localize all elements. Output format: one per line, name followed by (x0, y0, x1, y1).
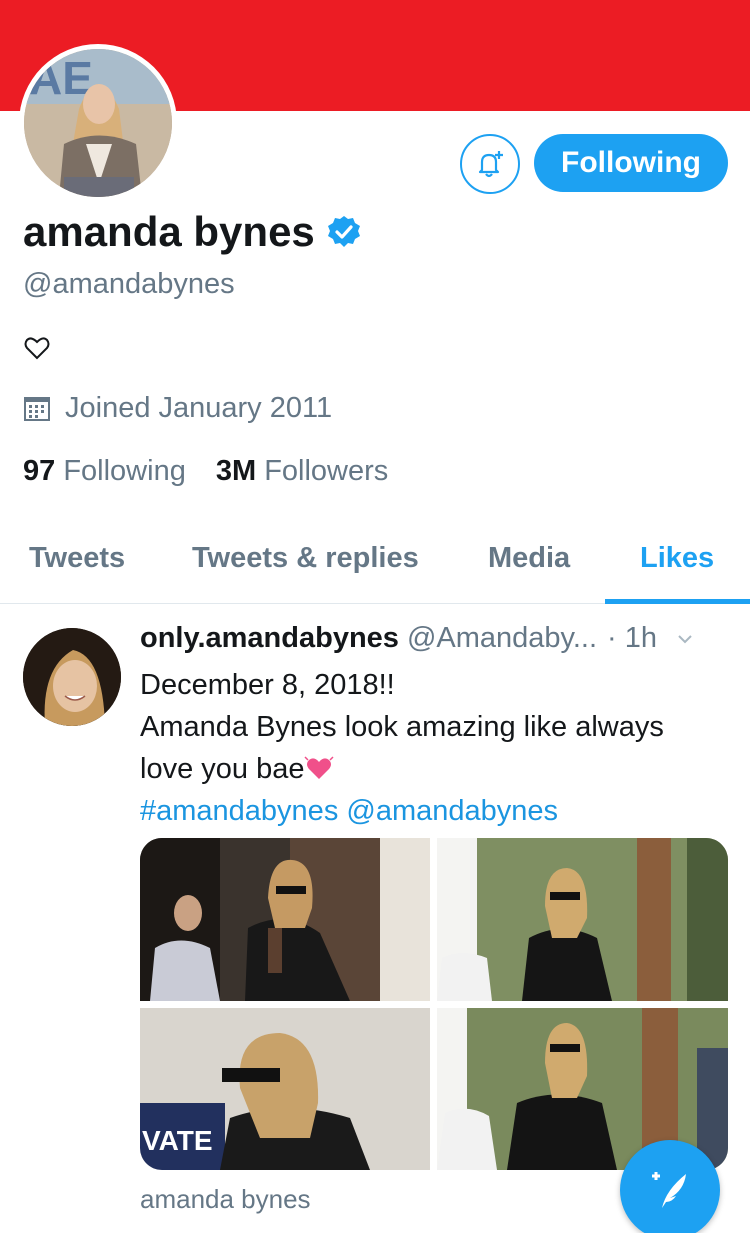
tab-tweets[interactable]: Tweets (29, 542, 125, 575)
tweet-header: only.amandabynes @Amandaby... · 1h (140, 622, 740, 655)
tweet-footer-text: amanda bynes (140, 1184, 311, 1214)
tweet-photo-2[interactable] (437, 838, 728, 1001)
profile-avatar[interactable]: AE (24, 49, 172, 197)
photo-sign-text: VATE (142, 1125, 213, 1156)
bell-plus-icon (478, 151, 503, 178)
profile-handle: @amandabynes (23, 268, 235, 300)
profile-stats: 97 Following 3M Followers (23, 455, 388, 488)
chevron-down-icon[interactable] (675, 629, 695, 649)
tweet-author-avatar[interactable] (23, 628, 121, 726)
following-button[interactable]: Following (534, 134, 728, 192)
tweet-line-with-emoji: love you bae (140, 748, 730, 790)
tab-tweets-replies[interactable]: Tweets & replies (192, 542, 419, 575)
followers-label: Followers (264, 455, 389, 487)
tweet-author-name[interactable]: only.amandabynes (140, 622, 399, 655)
heart-icon (24, 337, 50, 360)
tweet-photo-3[interactable]: VATE (140, 1008, 430, 1170)
tab-likes[interactable]: Likes (640, 542, 714, 575)
hashtag-link[interactable]: #amandabynes (140, 795, 338, 827)
following-count: 97 (23, 455, 56, 487)
tweet-line: Amanda Bynes look amazing like always (140, 711, 664, 743)
notifications-button[interactable] (460, 134, 520, 194)
profile-tabs: Tweets Tweets & replies Media Likes (0, 528, 750, 604)
joined-text: Joined January 2011 (65, 392, 333, 424)
following-stat[interactable]: 97 Following (23, 455, 186, 488)
joined-date: Joined January 2011 (23, 392, 332, 425)
compose-tweet-icon (652, 1172, 686, 1208)
active-tab-indicator (605, 599, 750, 604)
tweet-timestamp: · 1h (607, 622, 658, 654)
heart-emoji-icon (304, 756, 334, 779)
display-name: amanda bynes (23, 208, 315, 255)
following-label: Following (63, 455, 186, 487)
calendar-icon (24, 396, 50, 421)
followers-count: 3M (215, 455, 257, 487)
followers-stat[interactable]: 3M Followers (216, 455, 388, 488)
tab-media[interactable]: Media (488, 542, 570, 575)
tweet-photo-1[interactable] (140, 838, 430, 1001)
profile-name-row: amanda bynes (23, 208, 361, 256)
tweet-body: December 8, 2018!! Amanda Bynes look ama… (140, 664, 730, 832)
tweet-line: love you bae (140, 753, 305, 785)
compose-tweet-button[interactable] (620, 1140, 720, 1233)
tweet-line: December 8, 2018!! (140, 669, 395, 701)
tweet-tags-line: #amandabynes @amandabynes (140, 790, 730, 832)
tweet-media-grid: VATE (140, 838, 728, 1170)
mention-link[interactable]: @amandabynes (346, 795, 558, 827)
verified-badge-icon (327, 216, 360, 247)
tweet-author-handle[interactable]: @Amandaby... (407, 622, 597, 655)
